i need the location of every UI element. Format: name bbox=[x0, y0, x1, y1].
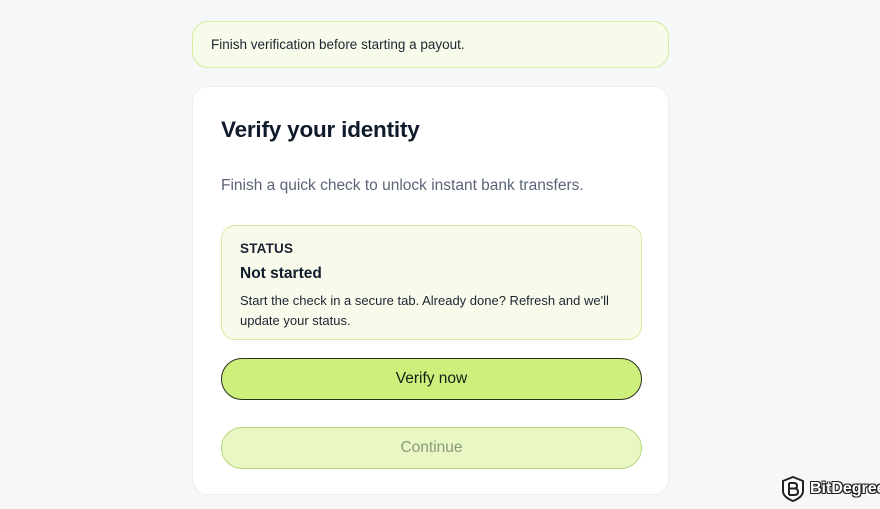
page: Finish verification before starting a pa… bbox=[0, 0, 880, 509]
status-label: STATUS bbox=[240, 241, 294, 256]
verify-now-button[interactable]: Verify now bbox=[221, 358, 642, 400]
card-title: Verify your identity bbox=[221, 117, 420, 142]
status-panel: STATUS Not started Start the check in a … bbox=[221, 225, 642, 340]
card-subtitle: Finish a quick check to unlock instant b… bbox=[221, 177, 584, 194]
watermark: BitDegree bbox=[781, 476, 880, 502]
status-value: Not started bbox=[240, 265, 322, 282]
continue-button[interactable]: Continue bbox=[221, 427, 642, 469]
watermark-text: BitDegree bbox=[810, 480, 880, 497]
verification-card: Verify your identity Finish a quick chec… bbox=[192, 86, 669, 495]
status-description: Start the check in a secure tab. Already… bbox=[240, 293, 609, 328]
bitdegree-logo-icon bbox=[782, 476, 804, 502]
notice-banner: Finish verification before starting a pa… bbox=[192, 21, 669, 68]
notice-text: Finish verification before starting a pa… bbox=[211, 37, 465, 52]
